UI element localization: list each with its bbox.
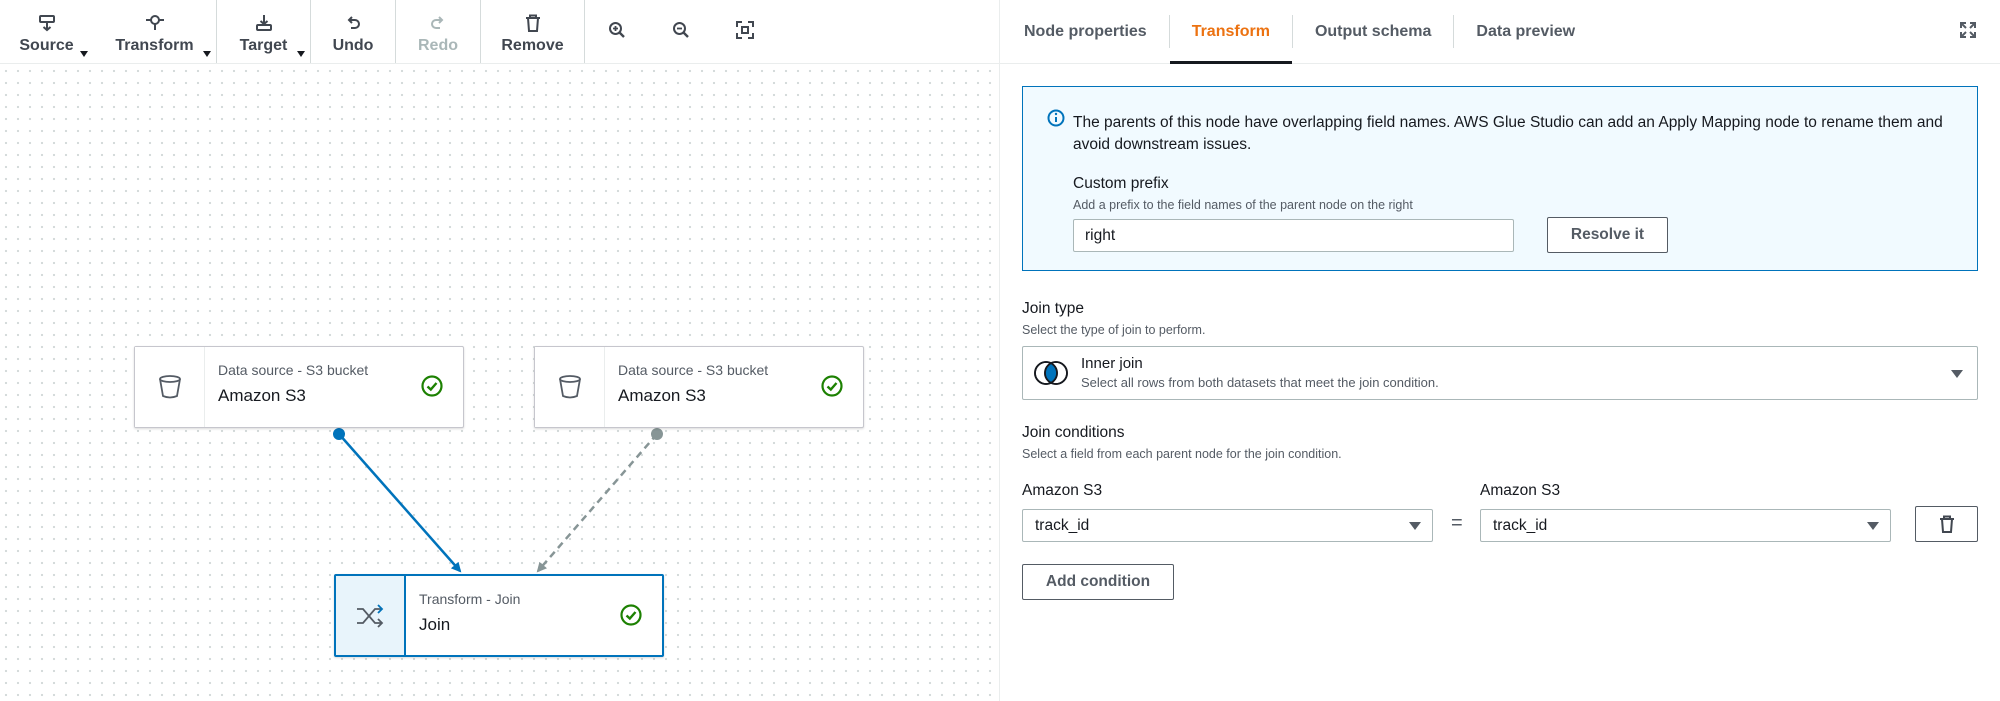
custom-prefix-input[interactable] bbox=[1073, 219, 1514, 252]
tab-data-preview[interactable]: Data preview bbox=[1476, 0, 1575, 63]
remove-label: Remove bbox=[501, 37, 564, 54]
join-type-description: Select the type of join to perform. bbox=[1022, 323, 1206, 337]
delete-condition-button[interactable] bbox=[1915, 506, 1978, 542]
zoom-out-icon bbox=[670, 19, 692, 41]
source-label: Source bbox=[19, 37, 74, 54]
tab-output-schema[interactable]: Output schema bbox=[1315, 0, 1431, 63]
node-icon-box bbox=[535, 347, 605, 427]
join-conditions-label: Join conditions bbox=[1022, 424, 1125, 441]
bucket-icon bbox=[558, 375, 581, 399]
undo-icon bbox=[342, 12, 364, 34]
shuffle-icon bbox=[357, 603, 384, 628]
trash-icon bbox=[522, 12, 544, 34]
chevron-down-icon bbox=[1867, 522, 1879, 530]
info-icon bbox=[1047, 109, 1065, 127]
redo-icon bbox=[427, 12, 449, 34]
target-menu-button[interactable]: Target bbox=[217, 0, 310, 63]
right-field-value: track_id bbox=[1493, 517, 1548, 534]
node-s3-source-left[interactable]: Data source - S3 bucket Amazon S3 bbox=[134, 346, 464, 428]
source-menu-button[interactable]: Source bbox=[0, 0, 93, 63]
redo-label: Redo bbox=[418, 37, 458, 54]
transform-label: Transform bbox=[115, 37, 194, 54]
equals-operator: = bbox=[1451, 512, 1463, 534]
tab-bar: Node properties Transform Output schema … bbox=[1000, 0, 2000, 64]
tab-node-properties[interactable]: Node properties bbox=[1024, 0, 1147, 63]
fit-to-screen-icon bbox=[734, 19, 756, 41]
chevron-down-icon bbox=[1951, 370, 1963, 378]
chevron-down-icon bbox=[203, 51, 211, 57]
properties-panel: Node properties Transform Output schema … bbox=[999, 0, 2000, 701]
fit-to-screen-button[interactable] bbox=[713, 0, 777, 63]
left-parent-label: Amazon S3 bbox=[1022, 482, 1103, 499]
success-check-icon bbox=[421, 375, 443, 397]
bucket-icon bbox=[158, 375, 181, 399]
transform-menu-button[interactable]: Transform bbox=[93, 0, 216, 63]
chevron-down-icon bbox=[1409, 522, 1421, 530]
inner-join-venn-icon bbox=[1034, 361, 1068, 385]
success-check-icon bbox=[620, 604, 642, 626]
undo-button[interactable]: Undo bbox=[311, 0, 395, 63]
tab-divider bbox=[1168, 15, 1170, 48]
node-icon-box bbox=[336, 576, 406, 655]
zoom-out-button[interactable] bbox=[649, 0, 713, 63]
overlapping-fields-alert: The parents of this node have overlappin… bbox=[1022, 86, 1978, 271]
zoom-in-button[interactable] bbox=[585, 0, 649, 63]
expand-icon[interactable] bbox=[1958, 20, 1978, 40]
add-condition-button[interactable]: Add condition bbox=[1022, 564, 1174, 600]
toolbar: Source Transform Target Undo Redo Remove bbox=[0, 0, 999, 64]
join-type-select[interactable]: Inner join Select all rows from both dat… bbox=[1022, 346, 1978, 400]
source-icon bbox=[36, 12, 58, 34]
right-field-select[interactable]: track_id bbox=[1480, 509, 1891, 542]
chevron-down-icon bbox=[297, 51, 305, 57]
node-icon-box bbox=[135, 347, 205, 427]
node-join-transform[interactable]: Transform - Join Join bbox=[334, 574, 664, 657]
alert-message: The parents of this node have overlappin… bbox=[1073, 114, 1943, 153]
zoom-in-icon bbox=[606, 19, 628, 41]
join-conditions-description: Select a field from each parent node for… bbox=[1022, 447, 1342, 461]
target-label: Target bbox=[239, 37, 288, 54]
custom-prefix-description: Add a prefix to the field names of the p… bbox=[1073, 198, 1413, 212]
undo-label: Undo bbox=[332, 37, 374, 54]
custom-prefix-label: Custom prefix bbox=[1073, 175, 1169, 192]
chevron-down-icon bbox=[80, 51, 88, 57]
transform-icon bbox=[144, 12, 166, 34]
left-field-value: track_id bbox=[1035, 517, 1090, 534]
success-check-icon bbox=[821, 375, 843, 397]
join-type-label: Join type bbox=[1022, 300, 1085, 317]
redo-button[interactable]: Redo bbox=[396, 0, 480, 63]
canvas-panel: Source Transform Target Undo Redo Remove… bbox=[0, 0, 999, 701]
right-parent-label: Amazon S3 bbox=[1480, 482, 1561, 499]
remove-button[interactable]: Remove bbox=[481, 0, 584, 63]
target-icon bbox=[253, 12, 275, 34]
trash-icon bbox=[1939, 515, 1954, 533]
left-field-select[interactable]: track_id bbox=[1022, 509, 1433, 542]
node-s3-source-right[interactable]: Data source - S3 bucket Amazon S3 bbox=[534, 346, 864, 428]
join-option-description: Select all rows from both datasets that … bbox=[1081, 375, 1439, 390]
tab-divider bbox=[1453, 15, 1455, 48]
tab-transform[interactable]: Transform bbox=[1169, 0, 1293, 64]
tab-divider bbox=[1291, 15, 1293, 48]
resolve-it-button[interactable]: Resolve it bbox=[1547, 217, 1668, 253]
join-option-label: Inner join bbox=[1081, 355, 1143, 372]
